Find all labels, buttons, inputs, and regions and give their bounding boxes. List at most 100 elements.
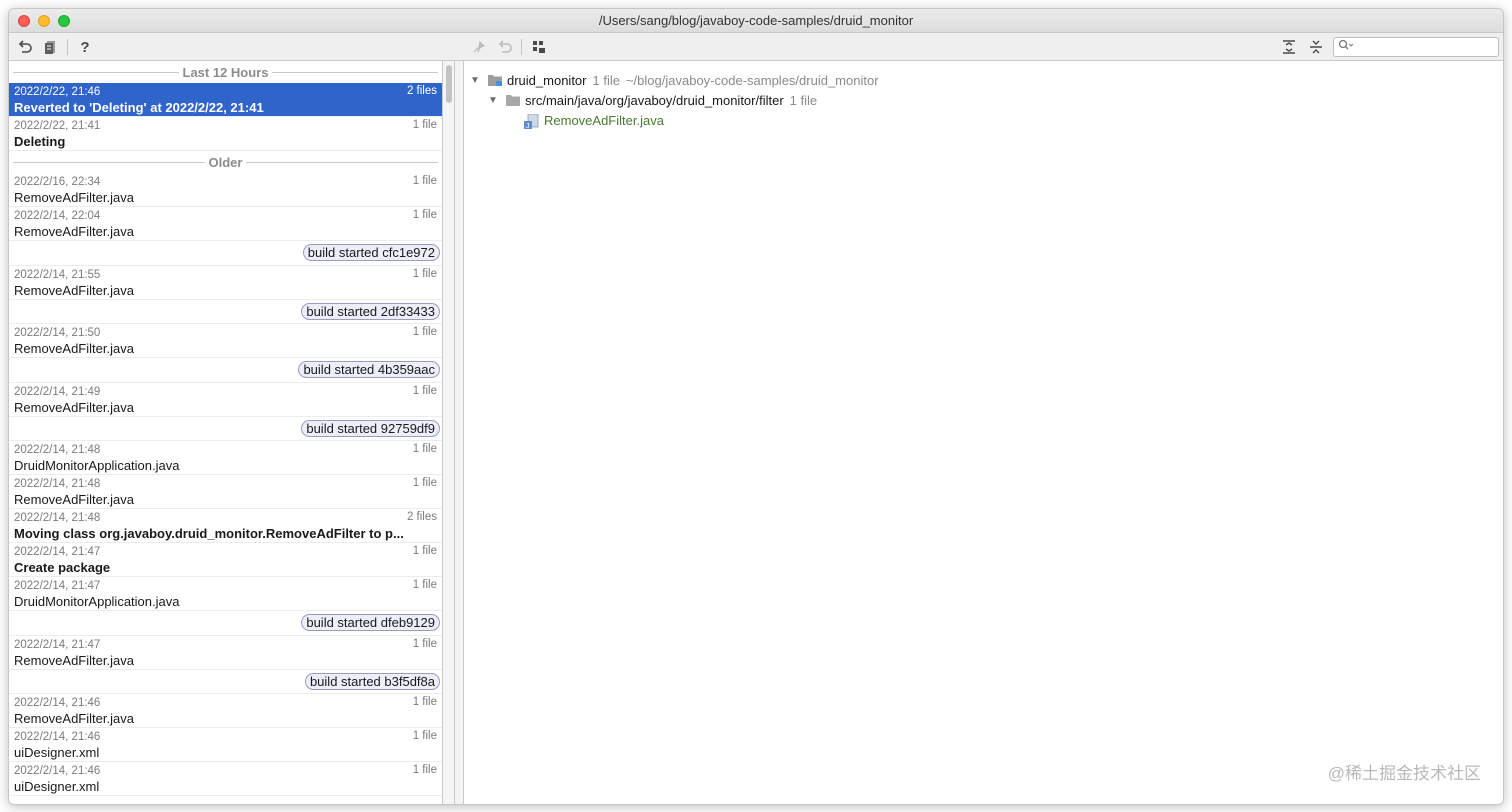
entry-file-count: 1 file	[412, 443, 437, 455]
history-entry[interactable]: 2022/2/14, 21:55 1 file RemoveAdFilter.jav…	[9, 266, 442, 300]
tree-file-row[interactable]: J RemoveAdFilter.java	[524, 110, 664, 130]
entry-timestamp: 2022/2/14, 21:47	[14, 546, 101, 558]
entry-timestamp: 2022/2/14, 21:49	[14, 385, 101, 398]
tree-root-name: druid_monitor	[507, 72, 587, 88]
history-entry[interactable]: 2022/2/22, 21:46 2 files Reverted to 'Dele…	[9, 83, 442, 117]
section-header-recent: Last 12 Hours	[9, 61, 442, 83]
build-row: build started 2df33433	[9, 300, 442, 324]
entry-name: RemoveAdFilter.java	[14, 190, 134, 205]
entry-file-count: 1 file	[412, 477, 437, 489]
history-entry[interactable]: 2022/2/14, 21:49 1 file RemoveAdFilter.jav…	[9, 383, 442, 417]
entry-name: RemoveAdFilter.java	[14, 399, 134, 415]
pin-icon[interactable]	[469, 37, 489, 57]
tree-file-name: RemoveAdFilter.java	[544, 112, 664, 128]
expand-all-icon[interactable]	[1279, 37, 1299, 57]
entry-file-count: 1 file	[412, 384, 437, 397]
entry-file-count: 1 file	[412, 545, 437, 557]
close-window-button[interactable]	[18, 15, 30, 27]
entry-file-count: 1 file	[412, 326, 437, 338]
entry-timestamp: 2022/2/14, 22:04	[14, 210, 101, 222]
entry-file-count: 1 file	[412, 209, 437, 221]
entry-timestamp: 2022/2/14, 21:55	[14, 268, 101, 281]
entry-file-count: 1 file	[412, 764, 437, 776]
history-list: Last 12 Hours 2022/2/22, 21:46 2 files Rev…	[9, 61, 443, 804]
entry-timestamp: 2022/2/14, 21:48	[14, 444, 101, 456]
search-field[interactable]	[1333, 37, 1499, 57]
entry-name: DruidMonitorApplication.java	[14, 458, 180, 473]
build-row: build started 92759df9	[9, 417, 442, 441]
changes-tree: ▼ druid_monitor 1 file ~/blog/javaboy-co…	[463, 61, 1503, 804]
collapse-all-icon[interactable]	[1306, 37, 1326, 57]
history-entry[interactable]: 2022/2/14, 21:46 1 file uiDesigner.xml	[9, 728, 442, 762]
undo-icon[interactable]	[495, 37, 515, 57]
entry-timestamp: 2022/2/16, 22:34	[14, 176, 101, 188]
entry-file-count: 2 files	[406, 85, 437, 97]
history-entry[interactable]: 2022/2/14, 21:50 1 file RemoveAdFilter.jav…	[9, 324, 442, 358]
history-entry[interactable]: 2022/2/14, 21:47 1 file RemoveAdFilter.jav…	[9, 636, 442, 670]
entry-name: uiDesigner.xml	[14, 745, 100, 760]
tree-root-count: 1 file	[592, 72, 620, 88]
build-label-badge: build started 92759df9	[301, 419, 440, 437]
build-row: build started cfc1e972	[9, 241, 442, 266]
entry-timestamp: 2022/2/14, 21:46	[14, 765, 101, 777]
build-row: build started b3f5df8a	[9, 670, 442, 694]
expand-arrow-icon[interactable]: ▼	[470, 75, 480, 86]
module-folder-icon	[488, 74, 503, 86]
entry-file-count: 1 file	[412, 579, 437, 591]
history-entry[interactable]: 2022/2/14, 21:46 1 file RemoveAdFilter.jav…	[9, 694, 442, 728]
history-entry[interactable]: 2022/2/14, 21:47 1 file Create package	[9, 543, 442, 577]
entry-timestamp: 2022/2/14, 21:47	[14, 638, 101, 651]
tree-folder-row[interactable]: ▼ src/main/java/org/javaboy/druid_monito…	[488, 90, 817, 110]
local-history-window: /Users/sang/blog/javaboy-code-samples/dr…	[8, 8, 1504, 805]
history-entry[interactable]: 2022/2/14, 21:48 1 file RemoveAdFilter.jav…	[9, 475, 442, 509]
entry-name: Deleting	[14, 134, 66, 149]
java-class-icon: J	[524, 114, 540, 129]
entry-timestamp: 2022/2/22, 21:46	[14, 86, 101, 98]
history-entry[interactable]: 2022/2/14, 21:48 2 files Moving class org.…	[9, 509, 442, 543]
entry-name: Moving class org.javaboy.druid_monitor.R…	[14, 526, 404, 541]
history-entry[interactable]: 2022/2/14, 21:46 1 file uiDesigner.xml	[9, 762, 442, 796]
entry-name: DruidMonitorApplication.java	[14, 594, 180, 609]
window-controls	[18, 15, 70, 27]
entry-name: RemoveAdFilter.java	[14, 711, 134, 726]
expand-arrow-icon[interactable]: ▼	[488, 95, 498, 106]
entry-timestamp: 2022/2/22, 21:41	[14, 120, 101, 132]
history-entry[interactable]: 2022/2/14, 22:04 1 file RemoveAdFilter.jav…	[9, 207, 442, 241]
folder-icon	[506, 94, 521, 106]
history-scrollbar[interactable]	[443, 61, 455, 804]
help-icon[interactable]: ?	[75, 37, 95, 57]
entry-file-count: 1 file	[412, 175, 437, 187]
window-title: /Users/sang/blog/javaboy-code-samples/dr…	[598, 13, 914, 28]
entry-timestamp: 2022/2/14, 21:46	[14, 731, 101, 743]
entry-timestamp: 2022/2/14, 21:50	[14, 327, 101, 339]
history-entry[interactable]: 2022/2/16, 22:34 1 file RemoveAdFilter.jav…	[9, 173, 442, 207]
minimize-window-button[interactable]	[38, 15, 50, 27]
tree-root-path: ~/blog/javaboy-code-samples/druid_monito…	[625, 72, 879, 88]
entry-name: Reverted to 'Deleting' at 2022/2/22, 21:…	[14, 100, 264, 115]
entry-name: uiDesigner.xml	[14, 779, 100, 794]
search-input[interactable]	[1354, 40, 1494, 54]
entry-file-count: 1 file	[412, 267, 437, 280]
build-label-badge: build started 4b359aac	[298, 361, 440, 378]
scrollbar-thumb[interactable]	[446, 65, 452, 103]
search-icon	[1338, 38, 1354, 56]
entry-name: RemoveAdFilter.java	[14, 492, 134, 507]
entry-timestamp: 2022/2/14, 21:48	[14, 478, 101, 490]
group-icon[interactable]	[529, 37, 549, 57]
patch-icon[interactable]	[41, 37, 61, 57]
history-entry[interactable]: 2022/2/22, 21:41 1 file Deleting	[9, 117, 442, 151]
build-row: build started dfeb9129	[9, 611, 442, 636]
tree-root-row[interactable]: ▼ druid_monitor 1 file ~/blog/javaboy-co…	[470, 70, 879, 90]
title-bar: /Users/sang/blog/javaboy-code-samples/dr…	[9, 9, 1503, 33]
entry-name: RemoveAdFilter.java	[14, 652, 134, 668]
build-label-badge: build started dfeb9129	[301, 614, 440, 631]
history-entry[interactable]: 2022/2/14, 21:48 1 file DruidMonitorApplic…	[9, 441, 442, 475]
revert-icon[interactable]	[15, 37, 35, 57]
build-label-badge: build started 2df33433	[301, 302, 440, 320]
build-row: build started 4b359aac	[9, 358, 442, 383]
zoom-window-button[interactable]	[58, 15, 70, 27]
entry-timestamp: 2022/2/14, 21:47	[14, 580, 101, 592]
toolbar: ?	[9, 33, 1503, 61]
history-entry[interactable]: 2022/2/14, 21:47 1 file DruidMonitorApplic…	[9, 577, 442, 611]
entry-file-count: 1 file	[412, 696, 437, 708]
